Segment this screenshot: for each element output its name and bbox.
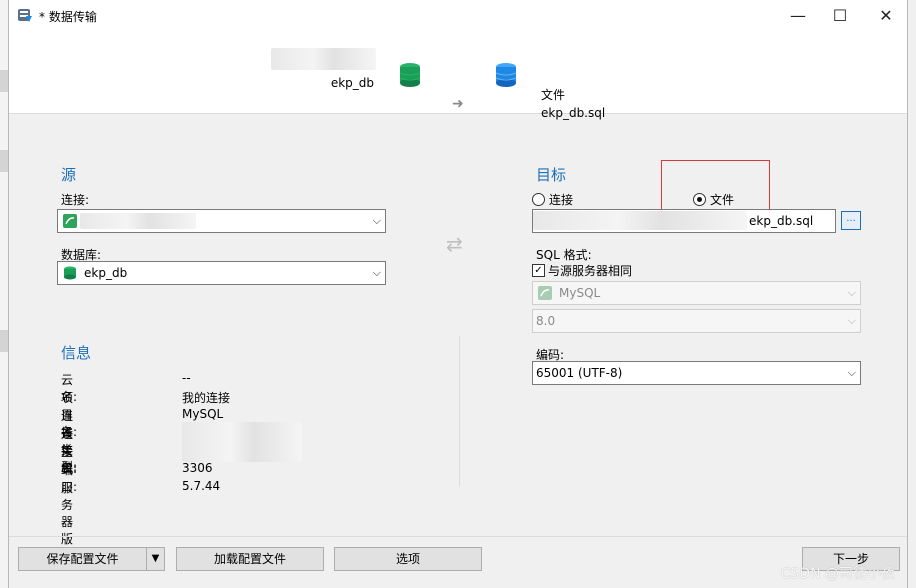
server-type-value: MySQL: [559, 286, 601, 300]
background-app-edge: [0, 0, 8, 588]
save-profile-dropdown-arrow[interactable]: ▼: [146, 548, 164, 570]
database-icon: [64, 266, 76, 280]
section-divider: [459, 336, 460, 486]
footer-divider: [9, 536, 907, 537]
mysql-connection-icon: [63, 214, 77, 228]
info-value: 我的连接: [182, 391, 231, 405]
server-type-dropdown[interactable]: MySQL ⌵: [532, 281, 861, 305]
server-version-dropdown[interactable]: 8.0 ⌵: [532, 309, 861, 333]
load-profile-button[interactable]: 加载配置文件: [176, 547, 324, 571]
info-value: 5.7.44: [182, 479, 221, 493]
highlight-annotation: [661, 160, 770, 215]
chevron-down-icon: ⌵: [847, 286, 856, 299]
background-mark: [0, 330, 8, 352]
chevron-down-icon: ⌵: [372, 214, 381, 227]
source-database-value: ekp_db: [84, 266, 128, 280]
save-profile-button[interactable]: 保存配置文件 ▼: [18, 547, 165, 571]
chevron-down-icon: ⌵: [847, 314, 856, 327]
checkbox-checked-icon: ✓: [532, 264, 545, 277]
info-value: 3306: [182, 461, 213, 475]
sql-format-label: SQL 格式:: [536, 248, 592, 262]
window-title: * 数据传输: [39, 10, 97, 24]
info-value: MySQL: [182, 407, 224, 421]
source-connection-dropdown[interactable]: ⌵: [57, 209, 386, 233]
header-target-file: ekp_db.sql: [541, 106, 606, 120]
transfer-summary-header: ekp_db ➜ 文件 ekp_db.sql: [9, 30, 907, 120]
target-file-path-value: ekp_db.sql: [749, 214, 814, 228]
transfer-arrow-icon: ➜: [452, 96, 464, 112]
info-section-title: 信息: [61, 344, 92, 362]
redacted-host-info: [182, 422, 302, 462]
target-file-path-input[interactable]: ekp_db.sql: [532, 209, 836, 233]
title-bar: * 数据传输 — ☐ ✕: [9, 0, 907, 30]
chevron-down-icon: ⌵: [372, 266, 381, 279]
target-section-title: 目标: [536, 166, 567, 184]
swap-icon[interactable]: ⇄: [446, 232, 463, 256]
source-database-icon: [399, 63, 421, 87]
source-section-title: 源: [61, 166, 77, 184]
same-as-source-checkbox[interactable]: ✓ 与源服务器相同: [532, 262, 632, 279]
target-connection-radio-label: 连接: [549, 193, 574, 207]
target-connection-radio[interactable]: 连接: [532, 191, 573, 208]
background-mark: [0, 150, 8, 172]
header-source-db: ekp_db: [330, 76, 374, 90]
info-value: --: [182, 371, 191, 385]
same-as-source-label: 与源服务器相同: [548, 264, 633, 278]
minimize-button[interactable]: —: [775, 0, 821, 30]
encoding-dropdown[interactable]: 65001 (UTF-8) ⌵: [532, 361, 861, 385]
redacted-file-path: [533, 211, 747, 230]
data-transfer-app-icon: [18, 9, 32, 22]
encoding-value: 65001 (UTF-8): [536, 366, 623, 380]
watermark-text: CSDN @司徒小夜: [780, 566, 895, 582]
header-target-type: 文件: [541, 88, 566, 102]
data-transfer-window: * 数据传输 — ☐ ✕ ekp_db ➜ 文件 ekp_db.sql 源 连接…: [8, 0, 908, 588]
close-button[interactable]: ✕: [863, 0, 909, 30]
radio-unchecked-icon: [532, 193, 545, 206]
save-profile-label: 保存配置文件: [46, 552, 119, 566]
chevron-down-icon: ⌵: [847, 366, 856, 379]
browse-file-button[interactable]: ...: [841, 211, 861, 230]
redacted-source-connection: [271, 48, 376, 70]
server-version-value: 8.0: [536, 314, 556, 328]
maximize-button[interactable]: ☐: [817, 0, 863, 30]
source-database-dropdown[interactable]: ekp_db ⌵: [57, 261, 386, 285]
mysql-server-icon: [538, 286, 552, 300]
target-database-icon: [495, 63, 517, 87]
source-connection-label: 连接:: [61, 193, 90, 207]
options-button[interactable]: 选项: [334, 547, 482, 571]
redacted-connection-name: [80, 213, 196, 229]
background-mark: [0, 70, 8, 92]
